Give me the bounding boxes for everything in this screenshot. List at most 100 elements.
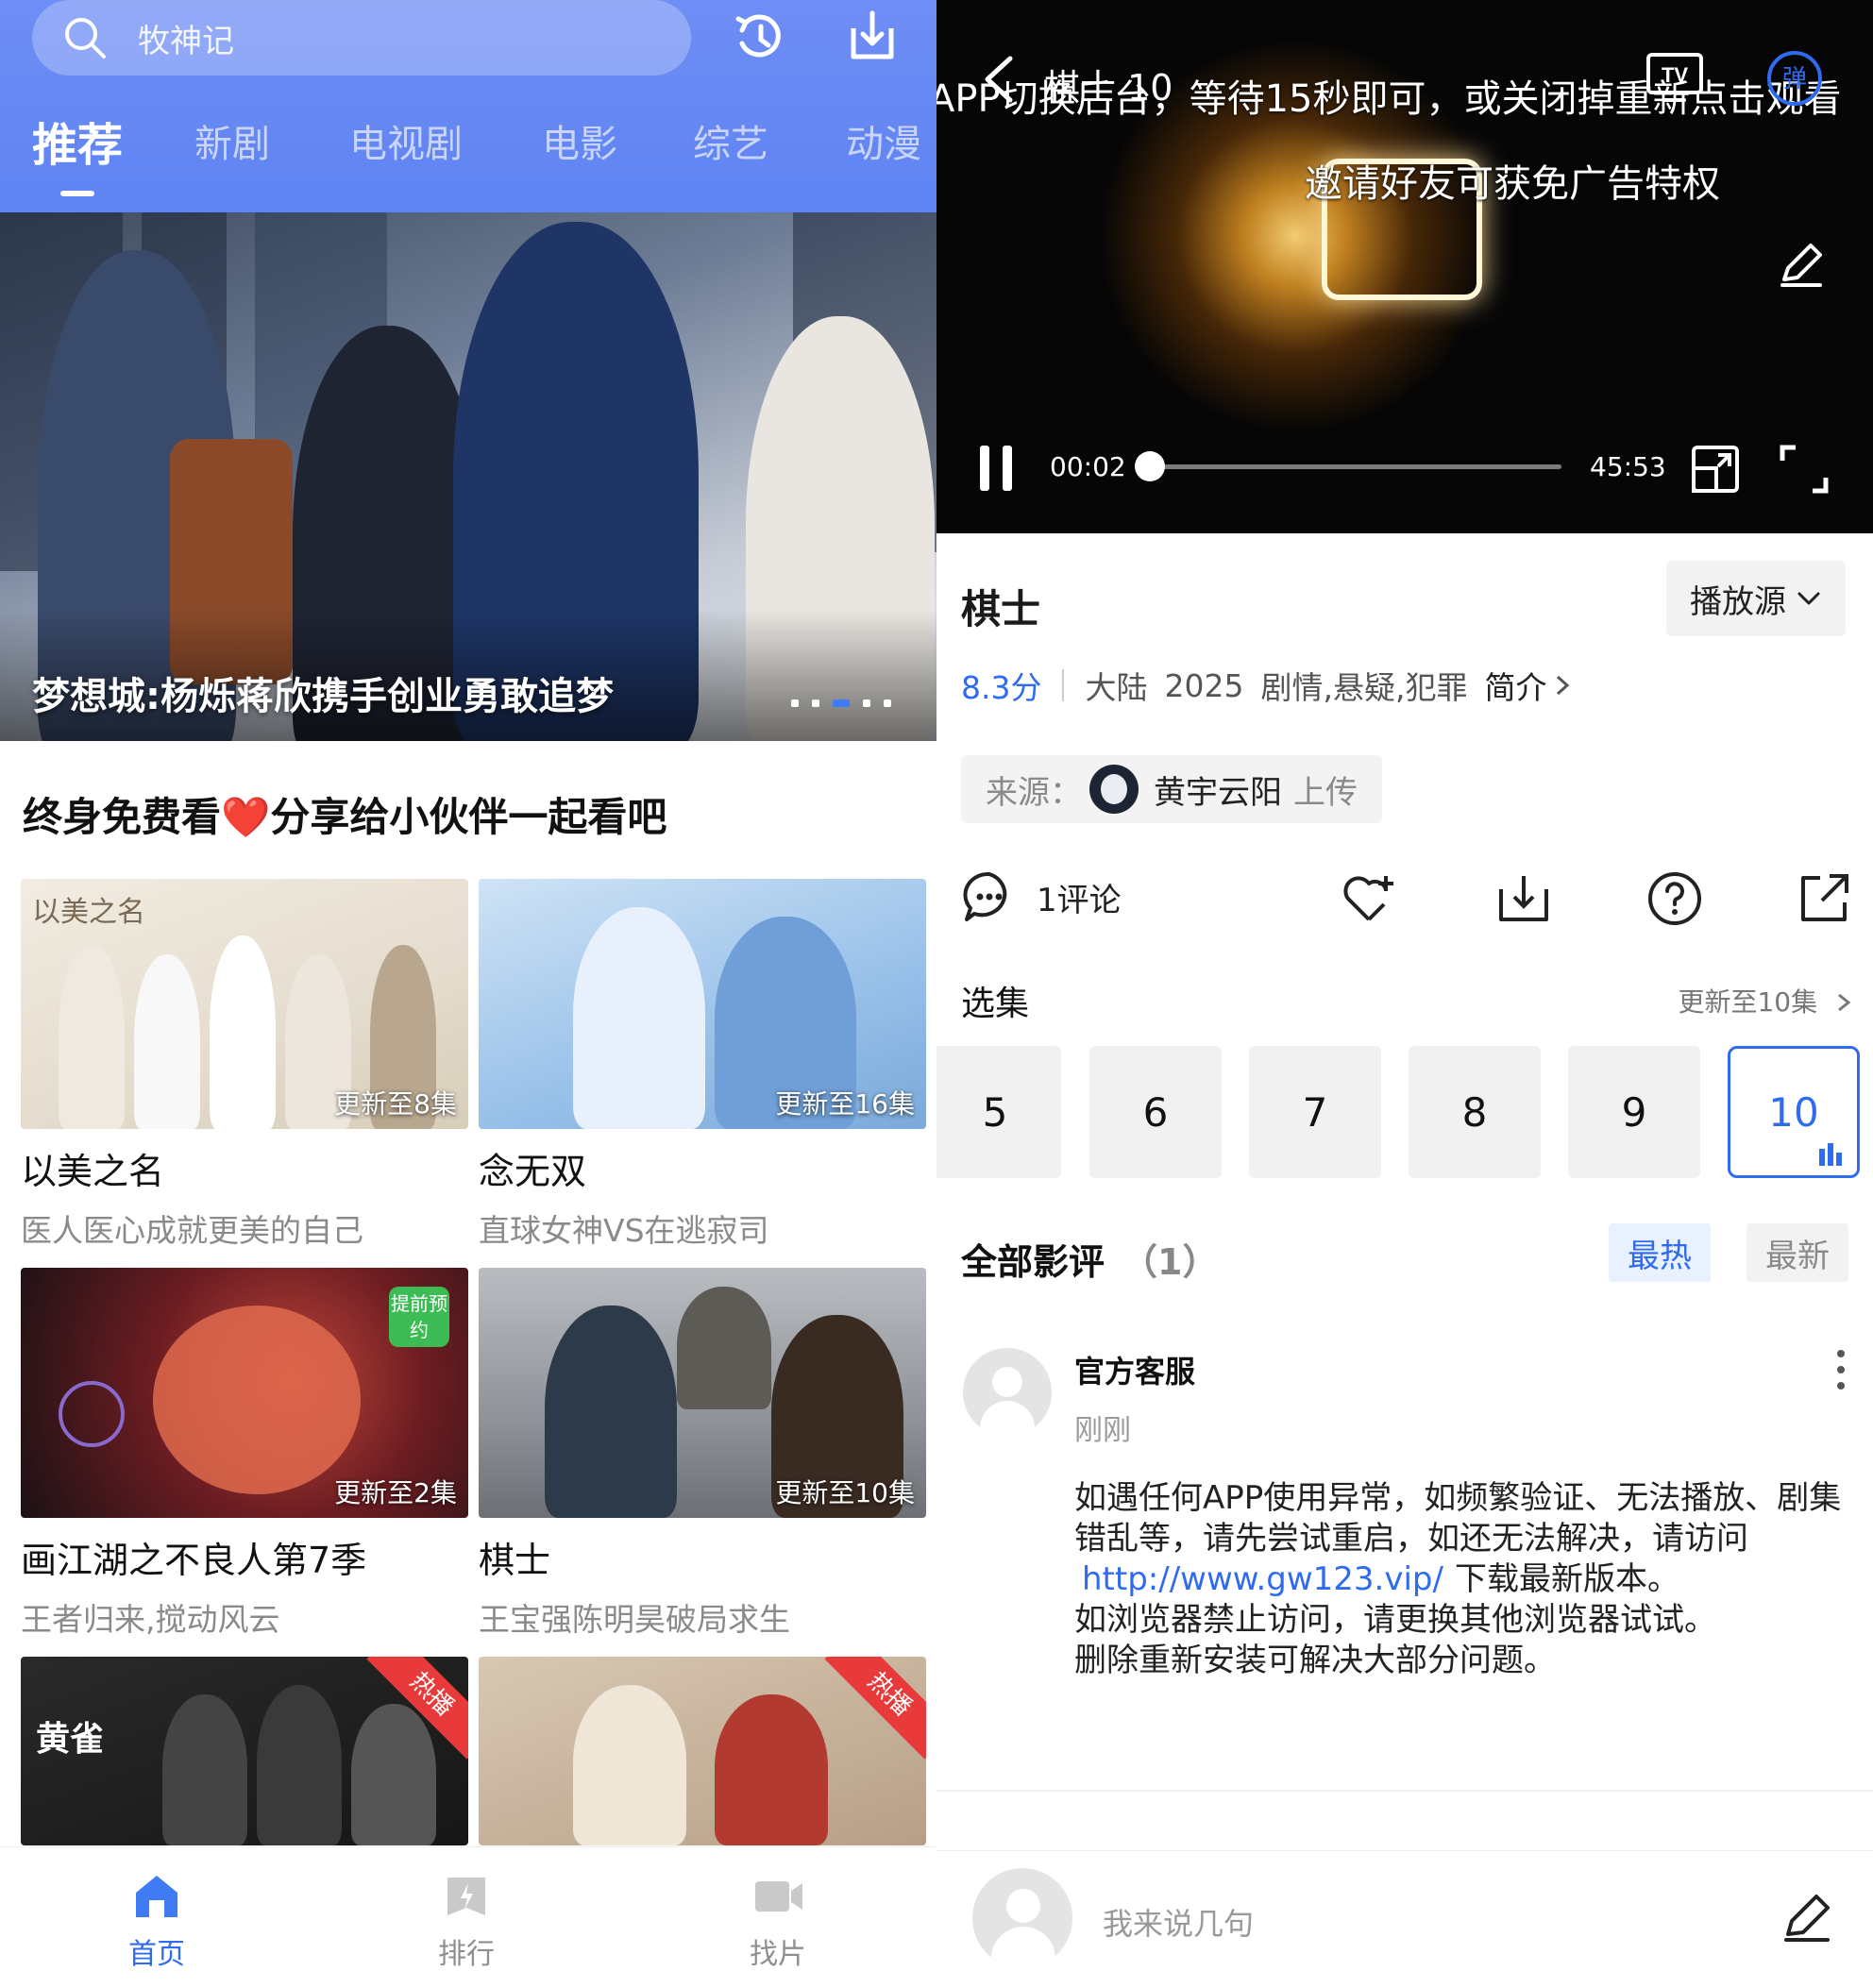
show-meta: 8.3分 大陆 2025 剧情,悬疑,犯罪 简介: [961, 663, 1573, 708]
search-bar[interactable]: 牧神记: [32, 0, 691, 76]
download-icon[interactable]: [842, 8, 903, 68]
search-input[interactable]: 牧神记: [138, 15, 234, 61]
tab-new-drama[interactable]: 新剧: [194, 113, 270, 168]
show-subtitle: 王宝强陈明昊破局求生: [479, 1601, 790, 1638]
review-link[interactable]: http://www.gw123.vip/: [1082, 1560, 1443, 1598]
uploader-chip[interactable]: 来源： 黄宇云阳 上传: [961, 755, 1382, 823]
uploader-avatar: [1089, 765, 1139, 814]
banner-pagination: [791, 699, 891, 707]
progress-bar[interactable]: [1135, 451, 1561, 481]
episode-button-active[interactable]: 10: [1728, 1046, 1860, 1178]
bottom-nav: 首页 排行 找片: [0, 1846, 936, 1988]
show-card[interactable]: 更新至10集 棋士 王宝强陈明昊破局求生: [479, 1268, 926, 1640]
progress-knob[interactable]: [1135, 451, 1166, 481]
tab-anime[interactable]: 动漫: [846, 113, 921, 168]
review-user[interactable]: 官方客服: [1074, 1348, 1195, 1391]
help-icon[interactable]: [1645, 868, 1705, 929]
svg-text:弹: 弹: [1782, 65, 1807, 93]
hero-banner[interactable]: 梦想城:杨烁蒋欣携手创业勇敢追梦: [0, 212, 936, 741]
edit-icon[interactable]: [1775, 238, 1828, 291]
show-card[interactable]: 提前预约 更新至2集 画江湖之不良人第7季 王者归来,搅动风云: [21, 1268, 468, 1640]
show-card[interactable]: 黄雀 热播: [21, 1657, 468, 1845]
avatar[interactable]: [963, 1348, 1052, 1437]
episode-badge: 更新至10集: [775, 1477, 915, 1508]
comment-input[interactable]: 我来说几句: [1103, 1900, 1254, 1944]
region: 大陆: [1085, 669, 1148, 706]
share-icon[interactable]: [1794, 868, 1854, 929]
tv-cast-icon[interactable]: TV: [1645, 51, 1705, 104]
show-subtitle: 直球女神VS在逃寂司: [479, 1212, 769, 1249]
show-title: 以美之名: [21, 1151, 165, 1192]
tab-tv-series[interactable]: 电视剧: [349, 113, 463, 168]
nav-home[interactable]: 首页: [81, 1868, 232, 1972]
page-dot: [884, 699, 891, 707]
nav-ranking[interactable]: 排行: [391, 1868, 542, 1972]
fullscreen-icon[interactable]: [1779, 444, 1830, 495]
intro-link[interactable]: 简介: [1484, 663, 1546, 708]
chevron-right-icon: [1557, 675, 1570, 696]
total-time: 45:53: [1590, 451, 1666, 482]
comment-icon: [963, 871, 1007, 921]
genres: 剧情,悬疑,犯罪: [1260, 669, 1468, 706]
page-dot-active: [833, 699, 850, 707]
episode-button[interactable]: 6: [1089, 1046, 1222, 1178]
back-icon[interactable]: [980, 53, 1018, 106]
pen-icon[interactable]: [1779, 1889, 1835, 1946]
show-poster: 热播: [479, 1657, 926, 1845]
episode-badge: 更新至8集: [334, 1088, 457, 1120]
danmaku-icon[interactable]: 弹: [1765, 49, 1824, 108]
episode-button[interactable]: 8: [1409, 1046, 1541, 1178]
more-icon[interactable]: [1837, 1350, 1845, 1398]
tab-recommend[interactable]: 推荐: [32, 108, 123, 196]
uploader-name: 黄宇云阳: [1154, 773, 1282, 812]
comment-composer[interactable]: 我来说几句: [936, 1850, 1873, 1988]
show-subtitle: 王者归来,搅动风云: [21, 1601, 280, 1638]
review-time: 刚刚: [1074, 1414, 1131, 1447]
episode-button[interactable]: 5: [936, 1046, 1061, 1178]
page-dot: [863, 699, 870, 707]
play-source-button[interactable]: 播放源: [1666, 561, 1846, 636]
tab-movies[interactable]: 电影: [542, 113, 617, 168]
pip-icon[interactable]: [1690, 444, 1741, 495]
history-icon[interactable]: [729, 8, 789, 68]
show-card[interactable]: 热播: [479, 1657, 926, 1845]
rating-score: 8.3分: [961, 669, 1042, 706]
episode-badge: 更新至16集: [775, 1088, 915, 1120]
sort-hot-button[interactable]: 最热: [1609, 1223, 1711, 1282]
home-header: 牧神记 推荐 新剧 电视剧 电影 综艺 动漫: [0, 0, 936, 212]
show-poster: 更新至10集: [479, 1268, 926, 1518]
favorite-icon[interactable]: [1339, 868, 1399, 929]
heart-icon: ❤️: [221, 794, 271, 840]
comment-button[interactable]: 1评论: [961, 868, 1122, 925]
episode-badge: 更新至2集: [334, 1477, 457, 1508]
category-tabs: 推荐 新剧 电视剧 电影 综艺 动漫: [0, 104, 936, 196]
page-dot: [812, 699, 819, 707]
tab-variety[interactable]: 综艺: [693, 113, 768, 168]
left-app-home: 牧神记 推荐 新剧 电视剧 电影 综艺 动漫 梦想城:杨烁蒋欣携手创业勇敢追梦 …: [0, 0, 936, 1988]
section-title: 终身免费看❤️分享给小伙伴一起看吧: [23, 794, 667, 840]
download-icon[interactable]: [1493, 868, 1554, 929]
episode-button[interactable]: 9: [1568, 1046, 1700, 1178]
player-title: 棋士 10: [1044, 67, 1173, 109]
episodes-update[interactable]: 更新至10集: [1678, 982, 1852, 1019]
video-player[interactable]: APP切换后台，等待15秒即可，或关闭掉重新点击观看 邀请好友可获免广告特权 棋…: [936, 0, 1873, 533]
reviews-title: 全部影评 （1）: [961, 1241, 1219, 1283]
ranking-icon: [447, 1878, 485, 1915]
show-card[interactable]: 以美之名 更新至8集 以美之名 医人医心成就更美的自己: [21, 879, 468, 1251]
nav-find[interactable]: 找片: [702, 1868, 853, 1972]
banner-title: 梦想城:杨烁蒋欣携手创业勇敢追梦: [32, 675, 614, 718]
divider: [1062, 669, 1065, 701]
current-time: 00:02: [1050, 451, 1126, 482]
action-bar: 1评论: [936, 868, 1873, 935]
show-card[interactable]: 更新至16集 念无双 直球女神VS在逃寂司: [479, 879, 926, 1251]
show-title: 念无双: [479, 1151, 587, 1192]
show-poster: 更新至16集: [479, 879, 926, 1129]
search-icon: [65, 18, 106, 59]
episode-button[interactable]: 7: [1249, 1046, 1381, 1178]
sort-new-button[interactable]: 最新: [1746, 1223, 1848, 1282]
show-subtitle: 医人医心成就更美的自己: [21, 1212, 363, 1249]
show-poster: 提前预约 更新至2集: [21, 1268, 468, 1518]
playing-bars-icon: [1819, 1143, 1842, 1166]
chevron-right-icon: [1838, 993, 1851, 1012]
pause-icon[interactable]: [976, 442, 1018, 495]
